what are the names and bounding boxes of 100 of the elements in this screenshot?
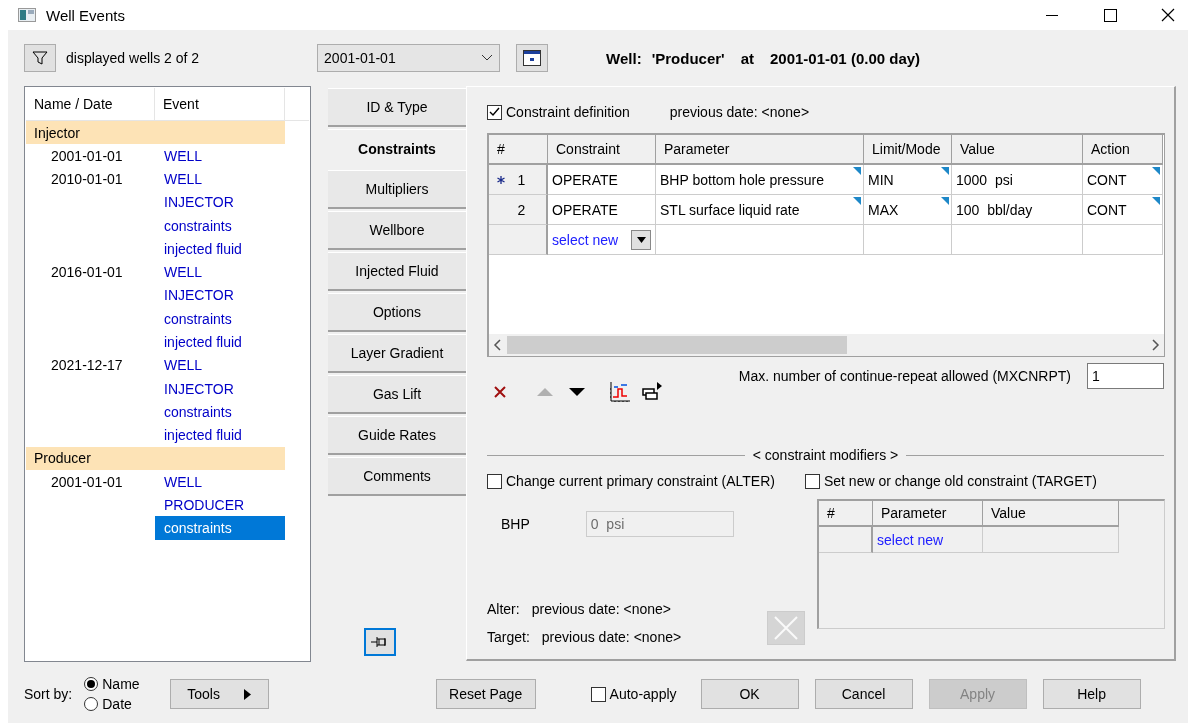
filter-button[interactable] — [24, 44, 56, 72]
checkbox[interactable] — [487, 473, 502, 489]
column-header: Value — [952, 135, 1083, 165]
column-header: Constraint — [548, 135, 656, 165]
event-item[interactable]: PRODUCER — [155, 493, 285, 517]
reset-page-button[interactable]: Reset Page — [435, 679, 536, 709]
minimize-icon[interactable] — [1046, 14, 1058, 16]
column-header: Parameter — [656, 135, 864, 165]
tools-button[interactable]: Tools — [169, 679, 269, 709]
table-cell[interactable]: 100 bbl/day — [952, 195, 1083, 225]
event-item[interactable]: WELL — [155, 167, 285, 191]
table-cell[interactable] — [656, 225, 864, 255]
note-label: Alter: — [487, 601, 520, 617]
bhp-label: BHP — [501, 516, 530, 532]
table-cell[interactable] — [983, 527, 1119, 553]
event-item[interactable]: injected fluid — [155, 330, 285, 354]
page-tab[interactable]: Multipliers — [328, 170, 466, 209]
dialog-button[interactable]: Help — [1042, 679, 1141, 709]
dropdown-corner-icon — [941, 197, 949, 205]
page-tab[interactable]: Comments — [328, 457, 466, 496]
event-item[interactable]: constraints — [155, 307, 285, 331]
dropdown-corner-icon — [853, 167, 861, 175]
dialog-button[interactable]: Cancel — [814, 679, 913, 709]
radio-label: Date — [102, 696, 132, 712]
checkbox-label: Auto-apply — [609, 686, 677, 702]
page-tab[interactable]: Injected Fluid — [328, 252, 466, 291]
row-number: 1 — [489, 165, 548, 195]
maximize-icon[interactable] — [1103, 8, 1117, 22]
select-new-dropdown[interactable]: select new — [548, 225, 656, 255]
table-cell[interactable]: STL surface liquid rate — [656, 195, 864, 225]
previous-date-label: previous date: <none> — [669, 104, 810, 120]
table-cell[interactable] — [864, 225, 952, 255]
down-arrow-icon[interactable] — [569, 387, 585, 397]
table-cell[interactable]: 1000 psi — [952, 165, 1083, 195]
date-dropdown[interactable]: 2001-01-01 — [317, 44, 501, 72]
checkbox[interactable] — [487, 104, 502, 120]
close-icon[interactable] — [1161, 8, 1175, 22]
radio-button[interactable] — [84, 697, 99, 711]
event-date: 2016-01-01 — [50, 263, 124, 283]
page-tab[interactable]: Options — [328, 293, 466, 332]
event-item[interactable]: constraints — [155, 516, 285, 540]
checkbox[interactable] — [590, 686, 606, 702]
table-cell[interactable]: OPERATE — [548, 195, 656, 225]
select-new-cell[interactable]: select new — [873, 527, 983, 553]
column-header: Limit/Mode — [864, 135, 952, 165]
max-repeat-field[interactable]: 1 — [1087, 363, 1164, 389]
column-header[interactable]: Name / Date — [26, 88, 155, 120]
calendar-icon — [523, 50, 542, 66]
table-cell[interactable] — [952, 225, 1083, 255]
scrollbar-thumb[interactable] — [507, 336, 847, 354]
pin-button[interactable] — [364, 628, 396, 656]
column-header: # — [819, 501, 873, 527]
horizontal-scrollbar[interactable] — [489, 334, 1164, 356]
table-cell[interactable]: MAX — [864, 195, 952, 225]
page-tab[interactable]: ID & Type — [328, 88, 466, 127]
dropdown-corner-icon — [1152, 197, 1160, 205]
event-item[interactable]: WELL — [155, 469, 285, 494]
checkbox-label: Change current primary constraint (ALTER) — [506, 473, 775, 489]
well-label: Well: — [606, 49, 642, 67]
column-header[interactable]: Event — [155, 88, 285, 120]
calendar-button[interactable] — [516, 44, 549, 72]
page-tab[interactable]: Gas Lift — [328, 375, 466, 414]
table-cell[interactable]: CONT — [1083, 165, 1163, 195]
table-cell[interactable] — [1083, 225, 1163, 255]
event-item[interactable]: WELL — [155, 353, 285, 377]
event-item[interactable]: constraints — [155, 400, 285, 424]
tree-group-row[interactable]: Producer — [26, 446, 285, 470]
well-name: 'Producer' — [651, 49, 725, 67]
checkbox[interactable] — [804, 473, 820, 489]
table-cell[interactable]: CONT — [1083, 195, 1163, 225]
dialog-button[interactable]: OK — [700, 679, 799, 709]
row-number: 2 — [489, 195, 548, 225]
at-label: at — [740, 49, 754, 67]
page-tab[interactable]: Guide Rates — [328, 416, 466, 455]
table-cell[interactable]: OPERATE — [548, 165, 656, 195]
displayed-wells-label: displayed wells 2 of 2 — [66, 50, 200, 66]
event-item[interactable]: INJECTOR — [155, 283, 285, 308]
event-item[interactable]: INJECTOR — [155, 376, 285, 401]
chart-icon[interactable] — [609, 381, 631, 403]
tree-group-row[interactable]: Injector — [26, 121, 285, 144]
event-date: 2001-01-01 — [50, 146, 124, 166]
event-item[interactable]: injected fluid — [155, 423, 285, 447]
app-icon — [18, 8, 36, 22]
event-item[interactable]: constraints — [155, 213, 285, 238]
event-item[interactable]: WELL — [155, 260, 285, 284]
event-item[interactable]: WELL — [155, 144, 285, 168]
radio-label: Name — [102, 676, 140, 692]
event-item[interactable]: INJECTOR — [155, 190, 285, 214]
page-tab[interactable]: Layer Gradient — [328, 334, 466, 373]
dropdown-button[interactable] — [631, 229, 651, 250]
page-tab[interactable]: Wellbore — [328, 211, 466, 250]
table-cell[interactable]: MIN — [864, 165, 952, 195]
radio-button[interactable] — [84, 677, 99, 691]
event-item[interactable]: injected fluid — [155, 237, 285, 261]
table-cell[interactable]: BHP bottom hole pressure — [656, 165, 864, 195]
caret-icon — [636, 236, 646, 243]
column-header: Value — [983, 501, 1119, 527]
delete-icon[interactable] — [493, 385, 507, 399]
copy-icon[interactable] — [641, 381, 663, 403]
event-date: 2001-01-01 — [50, 472, 124, 492]
